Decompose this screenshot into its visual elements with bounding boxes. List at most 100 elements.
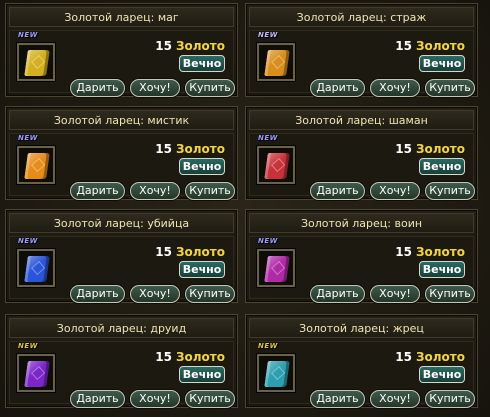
item-title: Золотой ларец: страж bbox=[249, 7, 474, 27]
shop-item-card: Золотой ларец: маг NEW 15 Золото Вечно Да… bbox=[5, 3, 238, 97]
book-icon bbox=[264, 50, 290, 76]
gift-button[interactable]: Дарить bbox=[310, 390, 365, 408]
book-icon bbox=[24, 256, 50, 282]
new-badge: NEW bbox=[18, 237, 38, 245]
price-currency: Золото bbox=[415, 245, 465, 259]
item-body: NEW 15 Золото Вечно Дарить Хочу! Купить bbox=[249, 341, 475, 408]
buy-button[interactable]: Купить bbox=[185, 79, 235, 97]
item-body: NEW 15 Золото Вечно Дарить Хочу! Купить bbox=[249, 133, 475, 200]
item-price: 15 Золото bbox=[155, 350, 225, 364]
item-body: NEW 15 Золото Вечно Дарить Хочу! Купить bbox=[249, 30, 475, 97]
item-body: NEW 15 Золото Вечно Дарить Хочу! Купить bbox=[249, 236, 475, 303]
buy-button[interactable]: Купить bbox=[425, 79, 475, 97]
item-body: NEW 15 Золото Вечно Дарить Хочу! Купить bbox=[9, 30, 235, 97]
price-amount: 15 bbox=[155, 39, 172, 53]
buy-button[interactable]: Купить bbox=[425, 285, 475, 303]
item-icon-slot[interactable] bbox=[17, 354, 55, 392]
item-price: 15 Золото bbox=[395, 350, 465, 364]
want-button[interactable]: Хочу! bbox=[130, 285, 180, 303]
book-icon bbox=[264, 153, 290, 179]
item-price: 15 Золото bbox=[395, 39, 465, 53]
item-title: Золотой ларец: убийца bbox=[9, 213, 234, 233]
item-body: NEW 15 Золото Вечно Дарить Хочу! Купить bbox=[9, 133, 235, 200]
item-icon-slot[interactable] bbox=[257, 249, 295, 287]
duration-badge: Вечно bbox=[179, 55, 225, 72]
price-currency: Золото bbox=[415, 39, 465, 53]
item-body: NEW 15 Золото Вечно Дарить Хочу! Купить bbox=[9, 341, 235, 408]
price-currency: Золото bbox=[175, 350, 225, 364]
price-amount: 15 bbox=[395, 39, 412, 53]
duration-badge: Вечно bbox=[179, 366, 225, 383]
item-title: Золотой ларец: мистик bbox=[9, 110, 234, 130]
want-button[interactable]: Хочу! bbox=[130, 79, 180, 97]
new-badge: NEW bbox=[258, 31, 278, 39]
item-price: 15 Золото bbox=[155, 142, 225, 156]
want-button[interactable]: Хочу! bbox=[370, 182, 420, 200]
want-button[interactable]: Хочу! bbox=[130, 182, 180, 200]
gift-button[interactable]: Дарить bbox=[310, 182, 365, 200]
shop-grid: Золотой ларец: маг NEW 15 Золото Вечно Да… bbox=[0, 0, 490, 417]
want-button[interactable]: Хочу! bbox=[130, 390, 180, 408]
item-icon-slot[interactable] bbox=[257, 146, 295, 184]
price-currency: Золото bbox=[175, 39, 225, 53]
shop-item-card: Золотой ларец: друид NEW 15 Золото Вечно … bbox=[5, 314, 238, 408]
item-title: Золотой ларец: маг bbox=[9, 7, 234, 27]
shop-item-card: Золотой ларец: убийца NEW 15 Золото Вечно… bbox=[5, 209, 238, 303]
buy-button[interactable]: Купить bbox=[185, 390, 235, 408]
new-badge: NEW bbox=[18, 31, 38, 39]
book-icon bbox=[264, 361, 290, 387]
duration-badge: Вечно bbox=[419, 55, 465, 72]
buy-button[interactable]: Купить bbox=[425, 182, 475, 200]
item-icon-slot[interactable] bbox=[257, 354, 295, 392]
item-price: 15 Золото bbox=[155, 39, 225, 53]
book-icon bbox=[264, 256, 290, 282]
price-amount: 15 bbox=[395, 142, 412, 156]
price-currency: Золото bbox=[415, 350, 465, 364]
duration-badge: Вечно bbox=[179, 158, 225, 175]
item-icon-slot[interactable] bbox=[17, 249, 55, 287]
item-title: Золотой ларец: жрец bbox=[249, 318, 474, 338]
duration-badge: Вечно bbox=[419, 261, 465, 278]
shop-item-card: Золотой ларец: страж NEW 15 Золото Вечно … bbox=[245, 3, 478, 97]
item-body: NEW 15 Золото Вечно Дарить Хочу! Купить bbox=[9, 236, 235, 303]
buy-button[interactable]: Купить bbox=[425, 390, 475, 408]
book-icon bbox=[24, 50, 50, 76]
want-button[interactable]: Хочу! bbox=[370, 79, 420, 97]
buy-button[interactable]: Купить bbox=[185, 182, 235, 200]
price-currency: Золото bbox=[415, 142, 465, 156]
book-icon bbox=[24, 153, 50, 179]
item-price: 15 Золото bbox=[395, 142, 465, 156]
item-icon-slot[interactable] bbox=[17, 146, 55, 184]
item-title: Золотой ларец: шаман bbox=[249, 110, 474, 130]
buy-button[interactable]: Купить bbox=[185, 285, 235, 303]
item-icon-slot[interactable] bbox=[17, 43, 55, 81]
gift-button[interactable]: Дарить bbox=[70, 79, 125, 97]
price-amount: 15 bbox=[155, 350, 172, 364]
gift-button[interactable]: Дарить bbox=[310, 285, 365, 303]
item-icon-slot[interactable] bbox=[257, 43, 295, 81]
price-amount: 15 bbox=[395, 350, 412, 364]
gift-button[interactable]: Дарить bbox=[70, 182, 125, 200]
item-price: 15 Золото bbox=[155, 245, 225, 259]
shop-item-card: Золотой ларец: воин NEW 15 Золото Вечно Д… bbox=[245, 209, 478, 303]
shop-item-card: Золотой ларец: шаман NEW 15 Золото Вечно … bbox=[245, 106, 478, 200]
price-currency: Золото bbox=[175, 142, 225, 156]
want-button[interactable]: Хочу! bbox=[370, 285, 420, 303]
gift-button[interactable]: Дарить bbox=[70, 390, 125, 408]
shop-item-card: Золотой ларец: мистик NEW 15 Золото Вечно… bbox=[5, 106, 238, 200]
gift-button[interactable]: Дарить bbox=[310, 79, 365, 97]
new-badge: NEW bbox=[258, 342, 278, 350]
new-badge: NEW bbox=[258, 237, 278, 245]
price-amount: 15 bbox=[155, 245, 172, 259]
item-price: 15 Золото bbox=[395, 245, 465, 259]
item-title: Золотой ларец: друид bbox=[9, 318, 234, 338]
want-button[interactable]: Хочу! bbox=[370, 390, 420, 408]
shop-item-card: Золотой ларец: жрец NEW 15 Золото Вечно Д… bbox=[245, 314, 478, 408]
price-currency: Золото bbox=[175, 245, 225, 259]
gift-button[interactable]: Дарить bbox=[70, 285, 125, 303]
new-badge: NEW bbox=[18, 134, 38, 142]
item-title: Золотой ларец: воин bbox=[249, 213, 474, 233]
book-icon bbox=[24, 361, 50, 387]
duration-badge: Вечно bbox=[179, 261, 225, 278]
price-amount: 15 bbox=[395, 245, 412, 259]
